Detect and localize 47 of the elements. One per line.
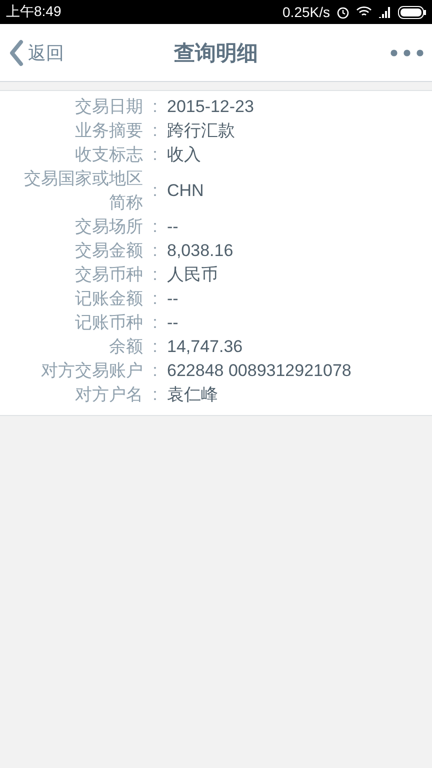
status-time: 上午8:49 <box>6 3 62 21</box>
separator-colon: : <box>152 384 158 406</box>
separator-colon: : <box>152 336 158 358</box>
separator-colon: : <box>152 120 158 142</box>
separator-colon: : <box>152 240 158 262</box>
field-label: 交易国家或地区简称 <box>23 168 143 214</box>
field-value: 收入 <box>167 144 202 166</box>
separator-colon: : <box>152 144 158 166</box>
field-value: 622848 0089312921078 <box>167 360 352 382</box>
separator-colon: : <box>152 288 158 310</box>
page-title: 查询明细 <box>174 40 258 66</box>
more-icon <box>390 48 424 56</box>
signal-icon <box>378 6 392 18</box>
field-label: 交易场所 <box>74 216 143 238</box>
separator-colon: : <box>152 216 158 238</box>
field-value: -- <box>167 216 180 238</box>
wifi-icon <box>356 6 372 18</box>
network-speed: 0.25K/s <box>282 4 330 20</box>
field-value: CHN <box>167 180 205 202</box>
field-label: 业务摘要 <box>74 120 143 142</box>
separator-colon: : <box>152 312 158 334</box>
field-value: -- <box>167 288 180 310</box>
field-value: 袁仁峰 <box>167 384 219 406</box>
more-button[interactable] <box>390 48 424 56</box>
field-label: 记账币种 <box>74 312 143 334</box>
separator-colon: : <box>152 180 158 202</box>
back-button[interactable]: 返回 <box>8 38 64 66</box>
field-label: 收支标志 <box>74 144 143 166</box>
separator-colon: : <box>152 264 158 286</box>
field-label: 对方户名 <box>74 384 143 406</box>
field-label: 记账金额 <box>74 288 143 310</box>
field-value: 2015-12-23 <box>167 96 255 118</box>
field-label: 交易金额 <box>74 240 143 262</box>
field-label: 对方交易账户 <box>40 360 143 382</box>
field-value: 跨行汇款 <box>167 120 236 142</box>
field-value: 14,747.36 <box>167 336 244 358</box>
field-label: 余额 <box>108 336 143 358</box>
field-value: -- <box>167 312 180 334</box>
battery-icon <box>398 6 426 18</box>
field-value: 人民币 <box>167 264 219 286</box>
field-value: 8,038.16 <box>167 240 234 262</box>
separator-colon: : <box>152 96 158 118</box>
separator-colon: : <box>152 360 158 382</box>
alarm-icon <box>336 5 350 19</box>
field-label: 交易日期 <box>74 96 143 118</box>
field-label: 交易币种 <box>74 264 143 286</box>
chevron-left-icon <box>8 38 24 66</box>
